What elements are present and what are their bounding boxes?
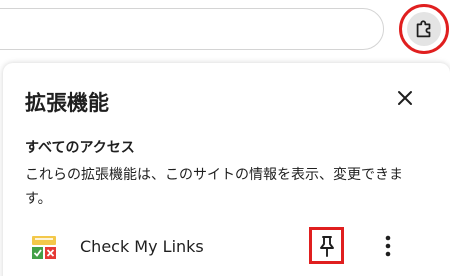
check-my-links-icon <box>31 236 57 260</box>
pin-icon <box>319 235 334 257</box>
close-icon <box>398 91 412 105</box>
extension-menu-button[interactable] <box>376 231 400 261</box>
access-section-heading: すべてのアクセス <box>25 140 135 156</box>
extensions-button[interactable] <box>399 4 449 54</box>
pin-button[interactable] <box>309 227 344 264</box>
more-vert-icon <box>385 235 391 257</box>
address-bar[interactable] <box>0 8 384 50</box>
browser-toolbar <box>0 0 450 58</box>
close-button[interactable] <box>392 85 418 111</box>
popup-title: 拡張機能 <box>25 91 109 115</box>
extension-name: Check My Links <box>80 237 204 256</box>
extensions-popup: 拡張機能 すべてのアクセス これらの拡張機能は、このサイトの情報を表示、変更でき… <box>3 63 450 276</box>
puzzle-piece-icon <box>407 12 441 46</box>
access-section-description: これらの拡張機能は、このサイトの情報を表示、変更できます。 <box>25 167 403 207</box>
extension-row[interactable]: Check My Links <box>3 227 450 267</box>
